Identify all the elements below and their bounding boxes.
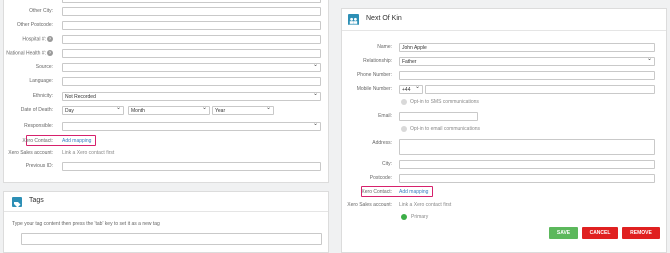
source-label: Source: — [35, 64, 53, 70]
nok-postcode-input[interactable] — [399, 174, 655, 183]
tags-title: Tags — [29, 197, 44, 204]
nok-name-input[interactable]: John Apple — [399, 43, 655, 52]
nok-email-label: Email: — [378, 113, 392, 119]
nok-phone-label: Phone Number: — [356, 72, 392, 78]
source-select[interactable] — [62, 63, 321, 72]
nok-xero-add-mapping-link[interactable]: Add mapping — [399, 189, 428, 195]
email-optin-label: Opt-in to email communications — [410, 126, 481, 132]
help-icon[interactable]: ? — [47, 50, 53, 56]
patient-details-panel: Other City: Other Postcode: Hospital #:?… — [3, 0, 329, 183]
xero-contact-label: Xero Contact: — [22, 138, 53, 144]
ethnicity-label: Ethnicity: — [32, 93, 53, 99]
previous-id-label: Previous ID: — [25, 163, 53, 169]
email-optin-checkbox[interactable] — [401, 126, 407, 132]
xero-sales-value: Link a Xero contact first — [62, 150, 115, 156]
contacts-icon — [348, 14, 359, 26]
nok-city-label: City: — [382, 161, 392, 167]
other-postcode-label: Other Postcode: — [16, 22, 53, 28]
nok-phone-input[interactable] — [399, 71, 655, 80]
date-of-death-label: Date of Death: — [20, 107, 53, 113]
nok-postcode-label: Postcode: — [369, 175, 392, 181]
tags-panel: Tags Type your tag content then press th… — [3, 191, 329, 253]
nok-xero-contact-label: Xero Contact: — [361, 189, 392, 195]
nok-xero-sales-label: Xero Sales account: — [347, 202, 392, 208]
hospital-number-input[interactable] — [62, 35, 321, 44]
other-postcode-input[interactable] — [62, 21, 321, 30]
save-button[interactable]: SAVE — [549, 227, 578, 239]
nok-xero-sales-value: Link a Xero contact first — [399, 202, 452, 208]
nok-name-label: Name: — [377, 44, 392, 50]
tags-hint: Type your tag content then press the 'ta… — [12, 221, 160, 227]
national-health-label: National Health #:? — [6, 50, 53, 57]
tags-input[interactable] — [21, 233, 322, 245]
nok-mobile-label: Mobile Number: — [356, 86, 392, 92]
nok-email-input[interactable] — [399, 112, 478, 121]
remove-button[interactable]: REMOVE — [622, 227, 660, 239]
top-textarea-stub[interactable] — [62, 0, 321, 3]
nok-address-textarea[interactable] — [399, 139, 655, 155]
other-city-input[interactable] — [62, 7, 321, 16]
responsible-select[interactable] — [62, 122, 321, 131]
hospital-number-label: Hospital #:? — [22, 36, 53, 43]
next-of-kin-panel: Next Of Kin Name: John Apple Relationshi… — [341, 8, 667, 253]
nok-mobile-input[interactable] — [425, 85, 655, 94]
sms-optin-label: Opt-in to SMS communications — [410, 99, 479, 105]
language-label: Language: — [29, 78, 53, 84]
nok-city-input[interactable] — [399, 160, 655, 169]
nok-relationship-label: Relationship: — [363, 58, 392, 64]
nok-mobile-code-select[interactable]: +44 — [399, 85, 423, 94]
primary-label: Primary — [411, 214, 429, 220]
help-icon[interactable]: ? — [47, 36, 53, 42]
next-of-kin-header: Next Of Kin — [342, 9, 666, 31]
dod-day-select[interactable]: Day — [62, 106, 124, 115]
responsible-label: Responsible: — [24, 123, 53, 129]
cancel-button[interactable]: CANCEL — [582, 227, 618, 239]
primary-checkbox[interactable] — [401, 214, 407, 226]
other-city-label: Other City: — [29, 8, 53, 14]
sms-optin-checkbox[interactable] — [401, 99, 407, 105]
nok-address-label: Address: — [372, 140, 392, 146]
language-input[interactable] — [62, 77, 321, 86]
dod-month-select[interactable]: Month — [128, 106, 210, 115]
next-of-kin-title: Next Of Kin — [366, 15, 402, 22]
xero-add-mapping-link[interactable]: Add mapping — [62, 138, 91, 144]
dod-year-select[interactable]: Year — [212, 106, 274, 115]
previous-id-input[interactable] — [62, 162, 321, 171]
nok-relationship-select[interactable]: Father — [399, 57, 655, 66]
xero-sales-label: Xero Sales account: — [8, 150, 53, 156]
tags-header: Tags — [4, 192, 328, 212]
ethnicity-select[interactable]: Not Recorded — [62, 92, 321, 101]
national-health-input[interactable] — [62, 49, 321, 58]
tag-icon — [12, 197, 22, 208]
